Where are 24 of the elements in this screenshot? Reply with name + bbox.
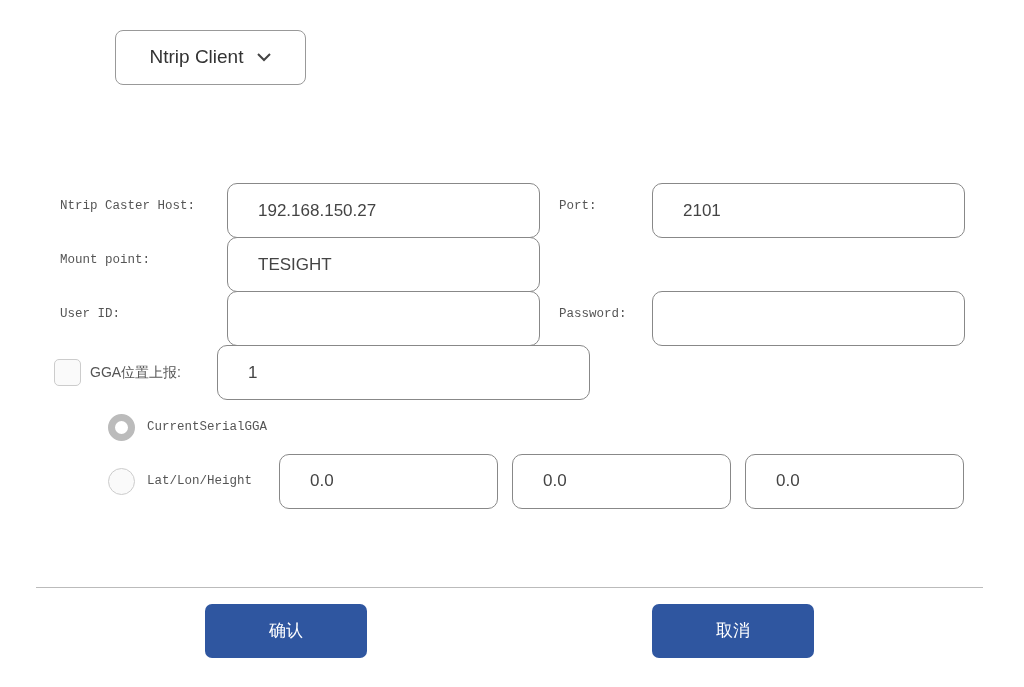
input-field[interactable] [652, 291, 965, 346]
input-field[interactable]: 2101 [652, 183, 965, 238]
field-label: User ID: [59, 306, 121, 323]
input-field[interactable] [227, 291, 540, 346]
checkbox[interactable] [54, 359, 81, 386]
input-field[interactable]: TESIGHT [227, 237, 540, 292]
field-label: Port: [559, 198, 598, 215]
field-label: Mount point: [59, 252, 151, 269]
cancel-button[interactable]: 取消 [652, 604, 814, 658]
radio-label: Lat/Lon/Height [147, 472, 254, 490]
field-label: Ntrip Caster Host: [59, 198, 197, 215]
radio-button[interactable] [108, 467, 135, 495]
mode-dropdown[interactable]: Ntrip Client [115, 30, 306, 85]
input-field[interactable]: 0.0 [512, 453, 731, 509]
chevron-down-icon [257, 53, 272, 62]
field-label: GGA位置上报: [90, 363, 182, 382]
field-label: Password: [559, 306, 628, 323]
confirm-button[interactable]: 确认 [205, 604, 367, 658]
radio-button[interactable] [108, 413, 135, 441]
input-field[interactable]: 0.0 [745, 453, 964, 509]
input-field[interactable]: 0.0 [279, 453, 498, 509]
input-field[interactable]: 1 [217, 345, 590, 400]
radio-label: CurrentSerialGGA [147, 418, 269, 436]
input-field[interactable]: 192.168.150.27 [227, 183, 540, 238]
